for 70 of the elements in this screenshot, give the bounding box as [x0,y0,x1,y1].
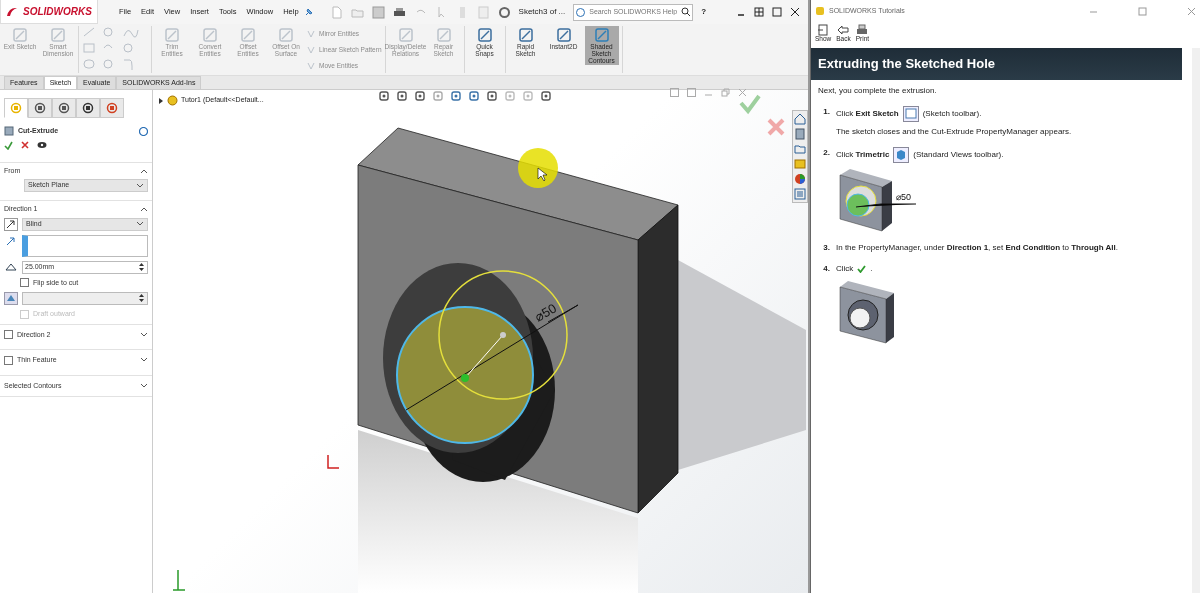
step-number: 2. [822,146,831,159]
chevron-down-icon[interactable] [136,221,144,227]
back-arrow-icon [837,23,850,36]
print-icon[interactable] [392,5,406,19]
dimension-label[interactable]: ⌀50 [532,300,559,325]
close-icon[interactable] [790,7,800,17]
step-note: The sketch closes and the Cut-Extrude PropertyManager appears. [836,125,1073,138]
step-text: Click Trimetric [836,148,890,161]
direction-list-field[interactable] [22,234,148,257]
document-title: Sketch3 of ... [518,6,566,18]
check-icon [857,264,867,273]
confirm-check-icon[interactable] [739,94,761,115]
properties-list-icon[interactable] [794,188,806,200]
draft-icon[interactable] [4,292,18,305]
maximize-icon[interactable] [772,7,782,17]
axis-triad-icon [172,569,186,591]
help-icon [576,7,586,17]
ok-check-icon[interactable] [4,140,13,150]
step-number: 1. [822,105,831,118]
step-text: In the PropertyManager, under Direction 1, set End Condition to Through All. [836,241,1119,254]
direction-arrow-icon [4,234,18,247]
step-text: Click [836,262,854,275]
panel-tab[interactable] [52,98,76,118]
part-preview-drawing [836,278,896,345]
step-text: (Sketch toolbar). [922,107,982,120]
spinner-icon[interactable] [138,262,145,272]
chevron-down-icon[interactable] [140,382,148,389]
step-number: 3. [822,241,831,254]
depth-icon [4,261,18,273]
search-icon [681,7,692,17]
sketch-toolbar-icon [902,105,919,122]
chevron-down-icon[interactable] [136,182,144,189]
chevron-down-icon[interactable] [140,357,148,364]
parts-library-icon[interactable] [794,128,806,140]
help-icon[interactable] [139,126,148,136]
panel-tab[interactable] [28,98,52,118]
step-text: Click Exit Sketch [836,107,899,120]
cancel-icon[interactable] [21,141,29,149]
part-icon [167,95,178,106]
spinner-icon [138,293,145,303]
folder-icon[interactable] [794,143,806,155]
help-button[interactable]: ? [701,6,707,18]
section-checkbox[interactable] [4,355,13,365]
tile-icon[interactable] [754,7,764,17]
pin-icon[interactable] [303,7,314,17]
feature-icon [4,126,14,137]
chevron-up-icon[interactable] [140,206,148,213]
chevron-up-icon[interactable] [140,167,148,174]
intro-text: Next, you complete the extrusion. [818,84,938,97]
view-palette-icon[interactable] [794,158,806,170]
logo-icon [5,5,19,18]
section-checkbox[interactable] [4,330,13,340]
show-panel-icon [817,23,830,36]
axis-triad-icon [327,454,340,469]
panel-tab[interactable] [76,98,100,118]
home-icon[interactable] [794,113,806,125]
step-number: 4. [822,262,831,275]
chevron-down-icon[interactable] [140,331,148,338]
cursor-icon [537,167,548,182]
logo-text: SOLIDWORKS [23,5,92,19]
reverse-direction-icon[interactable] [4,217,18,231]
step-text: (Standard Views toolbar). [913,148,1004,161]
dimension-label: ⌀50 [896,191,911,202]
color-wheel-icon[interactable] [794,173,806,185]
expand-caret-icon[interactable] [158,97,164,104]
tutorial-heading: Extruding the Sketched Hole [811,48,1182,80]
step-text: . [870,262,873,275]
cursor-highlight [518,148,558,188]
printer-icon [856,23,869,36]
app-icon [815,6,825,16]
